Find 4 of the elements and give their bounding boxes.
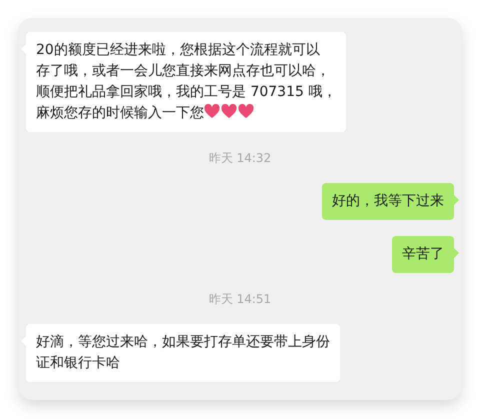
bubble-tail	[454, 195, 459, 205]
timestamp: 昨天 14:32	[208, 150, 272, 167]
timestamp: 昨天 14:51	[208, 291, 272, 308]
bubble-tail	[454, 248, 459, 258]
